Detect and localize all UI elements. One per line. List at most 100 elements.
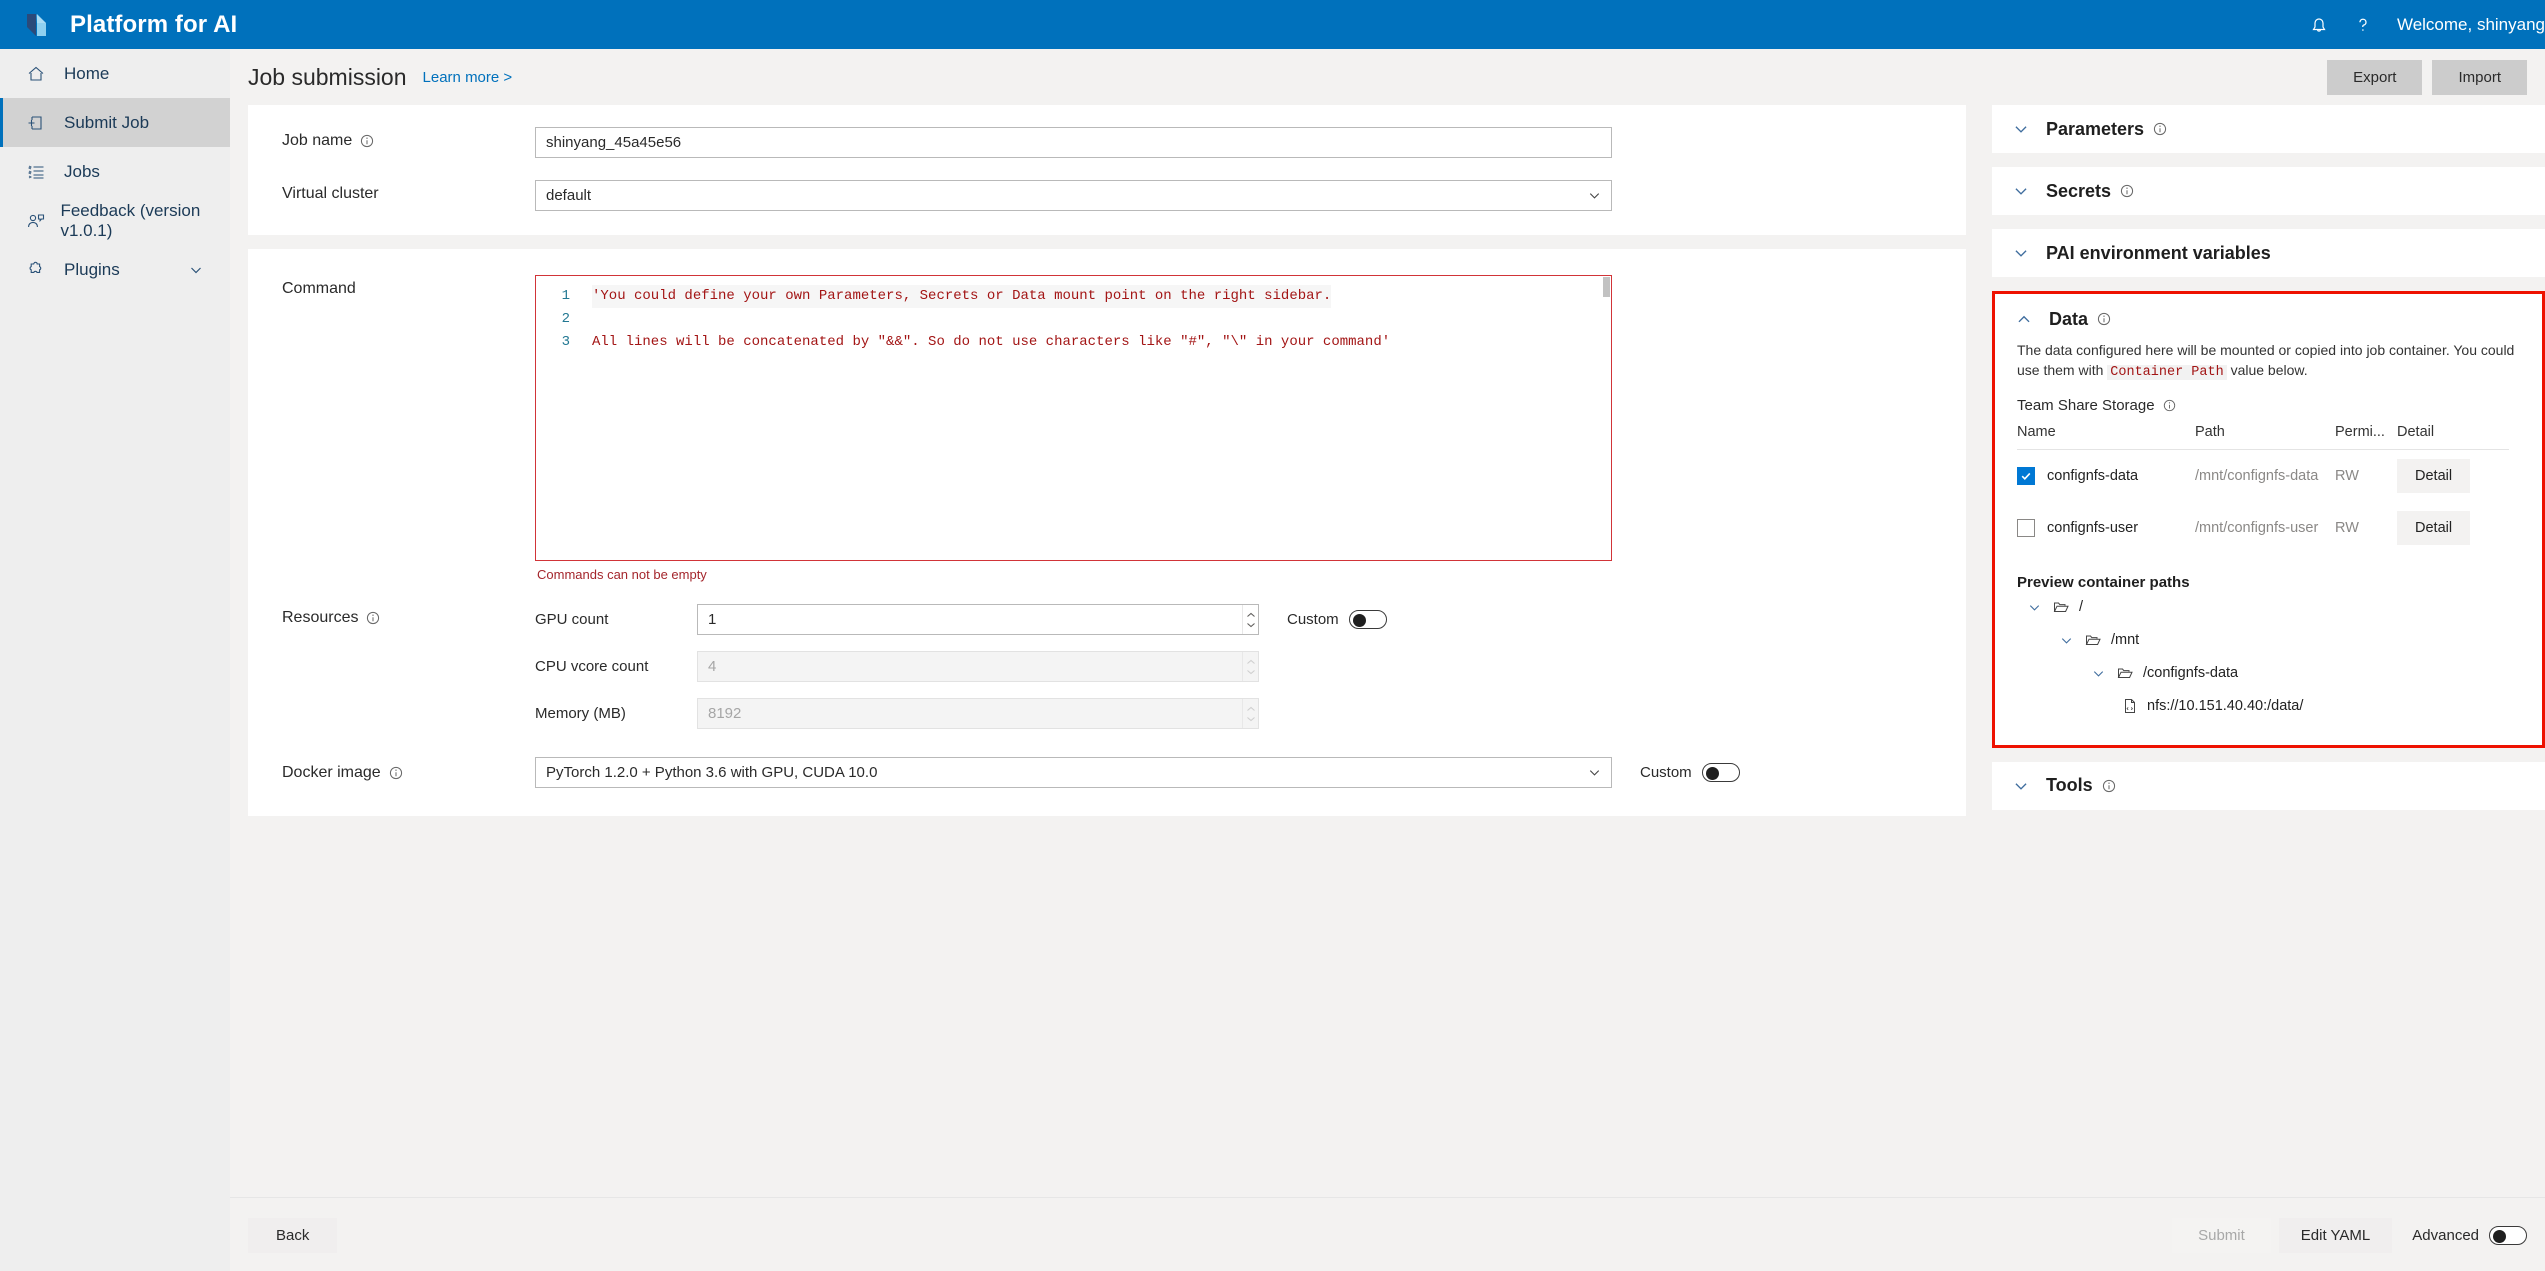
section-tools-header[interactable]: Tools bbox=[1992, 762, 2545, 810]
chevron-down-icon bbox=[2012, 120, 2034, 138]
spinner-arrows bbox=[1242, 699, 1258, 728]
chevron-down-icon bbox=[1587, 765, 1602, 780]
info-icon[interactable] bbox=[2120, 184, 2134, 198]
info-icon[interactable] bbox=[360, 134, 374, 148]
docker-image-label-group: Docker image bbox=[282, 764, 535, 782]
import-button[interactable]: Import bbox=[2432, 60, 2527, 95]
storage-name-label: confignfs-user bbox=[2047, 520, 2138, 536]
command-error-message: Commands can not be empty bbox=[535, 567, 1612, 582]
info-icon[interactable] bbox=[2102, 779, 2116, 793]
chevron-down-icon[interactable] bbox=[2027, 600, 2045, 615]
storage-detail-cell: Detail bbox=[2397, 459, 2477, 493]
detail-button[interactable]: Detail bbox=[2397, 459, 2470, 493]
tree-node-nfs-mount[interactable]: nfs://10.151.40.40:/data/ bbox=[1995, 690, 2542, 723]
row-checkbox[interactable] bbox=[2017, 467, 2035, 485]
pai-logo-icon bbox=[24, 10, 54, 40]
advanced-toggle[interactable]: Advanced bbox=[2412, 1226, 2527, 1245]
resources-custom-toggle[interactable]: Custom bbox=[1287, 610, 1387, 629]
command-line-1: 'You could define your own Parameters, S… bbox=[592, 285, 1331, 308]
info-icon[interactable] bbox=[366, 611, 380, 625]
edit-yaml-button[interactable]: Edit YAML bbox=[2279, 1218, 2392, 1253]
jobs-list-icon bbox=[26, 161, 52, 183]
virtual-cluster-value: default bbox=[535, 180, 1612, 211]
tree-node-mnt[interactable]: /mnt bbox=[1995, 624, 2542, 657]
welcome-user-label[interactable]: Welcome, shinyang bbox=[2397, 15, 2545, 35]
chevron-down-icon[interactable] bbox=[2091, 666, 2109, 681]
feedback-person-icon bbox=[26, 210, 48, 232]
sidebar-item-plugins[interactable]: Plugins bbox=[0, 245, 230, 294]
chevron-down-icon bbox=[2012, 777, 2034, 795]
sidebar-item-jobs[interactable]: Jobs bbox=[0, 147, 230, 196]
back-button[interactable]: Back bbox=[248, 1218, 337, 1253]
tree-node-label: / bbox=[2079, 599, 2083, 615]
container-path-code: Container Path bbox=[2107, 365, 2226, 380]
storage-name-label: confignfs-data bbox=[2047, 468, 2138, 484]
chevron-down-icon[interactable] bbox=[2059, 633, 2077, 648]
resources-label-group: Resources bbox=[282, 604, 535, 627]
storage-permission-cell: RW bbox=[2335, 468, 2397, 484]
toggle-switch[interactable] bbox=[1702, 763, 1740, 782]
custom-label: Custom bbox=[1287, 611, 1339, 628]
info-icon[interactable] bbox=[2153, 122, 2167, 136]
sidebar-item-home[interactable]: Home bbox=[0, 49, 230, 98]
sidebar-item-submit-job[interactable]: Submit Job bbox=[0, 98, 230, 147]
storage-path-cell: /mnt/confignfs-data bbox=[2195, 468, 2335, 484]
toggle-switch[interactable] bbox=[2489, 1226, 2527, 1245]
chevron-down-icon[interactable] bbox=[188, 262, 204, 278]
column-header-detail: Detail bbox=[2397, 424, 2477, 440]
virtual-cluster-label-group: Virtual cluster bbox=[282, 180, 535, 203]
section-parameters-header[interactable]: Parameters bbox=[1992, 105, 2545, 153]
gpu-count-input[interactable] bbox=[697, 604, 1259, 635]
submit-button[interactable]: Submit bbox=[2172, 1218, 2271, 1253]
folder-open-icon bbox=[2117, 666, 2133, 680]
memory-stepper bbox=[697, 698, 1259, 729]
spinner-arrows bbox=[1242, 652, 1258, 681]
info-icon[interactable] bbox=[2163, 399, 2176, 412]
sidebar-item-label: Feedback (version v1.0.1) bbox=[60, 201, 230, 241]
job-name-row: Job name bbox=[248, 127, 1966, 158]
storage-path-cell: /mnt/confignfs-user bbox=[2195, 520, 2335, 536]
tree-node-label: nfs://10.151.40.40:/data/ bbox=[2147, 698, 2303, 714]
spinner-arrows[interactable] bbox=[1242, 605, 1258, 634]
row-checkbox[interactable] bbox=[2017, 519, 2035, 537]
virtual-cluster-select[interactable]: default bbox=[535, 180, 1612, 211]
section-secrets-header[interactable]: Secrets bbox=[1992, 167, 2545, 215]
gpu-count-label: GPU count bbox=[535, 611, 697, 628]
gpu-count-row: GPU count Custom bbox=[535, 604, 1387, 635]
sidebar-item-label: Jobs bbox=[64, 162, 100, 182]
sidebar-item-label: Plugins bbox=[64, 260, 120, 280]
docker-image-select[interactable]: PyTorch 1.2.0 + Python 3.6 with GPU, CUD… bbox=[535, 757, 1612, 788]
section-pai-env-vars-header[interactable]: PAI environment variables bbox=[1992, 229, 2545, 277]
info-icon[interactable] bbox=[2097, 312, 2111, 326]
detail-button[interactable]: Detail bbox=[2397, 511, 2470, 545]
help-question-icon[interactable] bbox=[2341, 0, 2385, 49]
learn-more-link[interactable]: Learn more > bbox=[423, 69, 513, 86]
folder-open-icon bbox=[2053, 600, 2069, 614]
section-data-header[interactable]: Data bbox=[1995, 294, 2542, 338]
export-button[interactable]: Export bbox=[2327, 60, 2422, 95]
submit-job-icon bbox=[26, 112, 52, 134]
tree-node-root[interactable]: / bbox=[1995, 591, 2542, 624]
header-actions: Export Import bbox=[2327, 60, 2527, 95]
sidebar-item-feedback[interactable]: Feedback (version v1.0.1) bbox=[0, 196, 230, 245]
topbar-actions: Welcome, shinyang bbox=[2297, 0, 2545, 49]
virtual-cluster-row: Virtual cluster default bbox=[248, 180, 1966, 211]
tree-node-confignfs-data[interactable]: /confignfs-data bbox=[1995, 657, 2542, 690]
home-icon bbox=[26, 63, 52, 85]
docker-custom-toggle[interactable]: Custom bbox=[1640, 763, 1740, 782]
notification-bell-icon[interactable] bbox=[2297, 0, 2341, 49]
section-title: Data bbox=[2049, 309, 2088, 330]
job-name-input[interactable] bbox=[535, 127, 1612, 158]
chevron-up-icon bbox=[2015, 310, 2037, 328]
sidebar-item-label: Home bbox=[64, 64, 109, 84]
command-editor[interactable]: 123 'You could define your own Parameter… bbox=[535, 275, 1612, 561]
toggle-switch[interactable] bbox=[1349, 610, 1387, 629]
data-description: The data configured here will be mounted… bbox=[1995, 340, 2542, 383]
docker-image-value: PyTorch 1.2.0 + Python 3.6 with GPU, CUD… bbox=[535, 757, 1612, 788]
cpu-vcore-label: CPU vcore count bbox=[535, 658, 697, 675]
advanced-label: Advanced bbox=[2412, 1227, 2479, 1244]
info-icon[interactable] bbox=[389, 766, 403, 780]
gpu-count-stepper[interactable] bbox=[697, 604, 1259, 635]
editor-scrollbar[interactable] bbox=[1603, 277, 1610, 297]
brand-title: Platform for AI bbox=[70, 11, 237, 39]
